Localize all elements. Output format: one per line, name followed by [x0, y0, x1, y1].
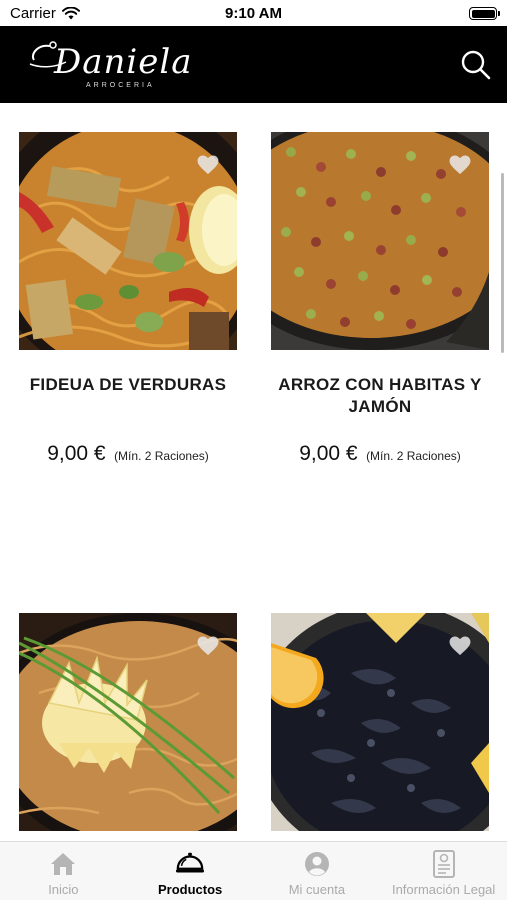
status-bar: Carrier 9:10 AM	[0, 0, 507, 26]
heart-icon	[197, 155, 219, 175]
search-button[interactable]	[459, 48, 493, 82]
price-row: 9,00 € (Mín. 2 Raciones)	[19, 442, 237, 466]
battery-icon	[469, 7, 500, 20]
product-name: FIDEUA DE VERDURAS	[29, 375, 227, 394]
tab-label: Inicio	[48, 882, 79, 897]
tab-productos[interactable]: Productos	[127, 842, 254, 900]
tab-label: Productos	[157, 882, 223, 897]
product-grid: FIDEUA DE VERDURAS 9,00 € (Mín. 2 Racion…	[0, 103, 507, 841]
logo-text: Daniela	[54, 42, 193, 82]
product-price: 9,00 €	[299, 442, 358, 465]
min-portions-note: (Mín. 2 Raciones)	[366, 449, 461, 463]
home-icon	[48, 850, 78, 878]
heart-icon	[449, 155, 471, 175]
app-header: Daniela ARROCERIA	[0, 26, 507, 103]
product-photo	[271, 132, 489, 350]
account-icon	[302, 850, 332, 878]
cloche-icon	[175, 850, 205, 878]
product-photo	[19, 613, 237, 831]
legal-document-icon	[429, 850, 459, 878]
price-row: 9,00 € (Mín. 2 Raciones)	[271, 442, 489, 466]
tab-mi-cuenta[interactable]: Mi cuenta	[254, 842, 381, 900]
heart-icon	[197, 636, 219, 656]
tab-inicio[interactable]: Inicio	[0, 842, 127, 900]
favorite-button[interactable]	[445, 631, 475, 661]
product-name: ARROZ CON HABITAS Y JAMÓN	[278, 375, 482, 416]
status-time: 9:10 AM	[225, 5, 282, 22]
tab-bar: Inicio Productos Mi cuenta Información L…	[0, 841, 507, 900]
min-portions-note: (Mín. 2 Raciones)	[114, 449, 209, 463]
logo-subtitle: ARROCERIA	[86, 82, 155, 89]
product-card[interactable]	[271, 613, 489, 841]
tab-label: Mi cuenta	[288, 882, 346, 897]
search-icon	[461, 50, 491, 80]
favorite-button[interactable]	[193, 631, 223, 661]
product-card[interactable]	[19, 613, 237, 841]
scrollbar[interactable]	[501, 173, 504, 353]
tab-informacion-legal[interactable]: Información Legal	[380, 842, 507, 900]
favorite-button[interactable]	[445, 150, 475, 180]
product-card[interactable]: FIDEUA DE VERDURAS 9,00 € (Mín. 2 Racion…	[19, 132, 237, 466]
brand-logo[interactable]: Daniela ARROCERIA	[24, 36, 204, 96]
tab-label: Información Legal	[391, 882, 496, 897]
product-card[interactable]: ARROZ CON HABITAS Y JAMÓN 9,00 € (Mín. 2…	[271, 132, 489, 466]
product-photo	[19, 132, 237, 350]
favorite-button[interactable]	[193, 150, 223, 180]
heart-icon	[449, 636, 471, 656]
product-photo	[271, 613, 489, 831]
product-price: 9,00 €	[47, 442, 106, 465]
